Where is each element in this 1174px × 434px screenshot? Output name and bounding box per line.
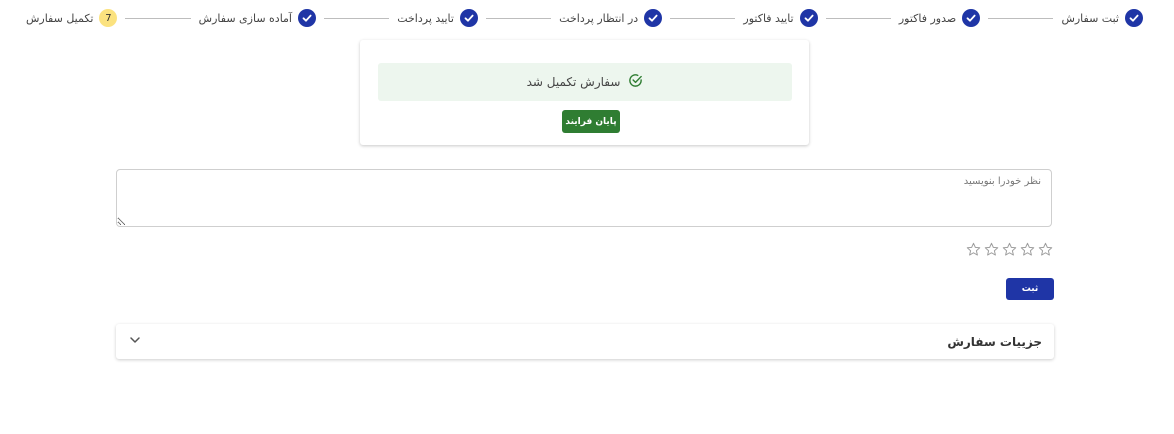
comment-input[interactable]	[116, 169, 1052, 227]
step-confirm-invoice: تایید فاکتور	[743, 9, 818, 27]
submit-review-button[interactable]: ثبت	[1006, 278, 1054, 300]
success-alert: سفارش تکمیل شد	[378, 63, 792, 101]
star-icon[interactable]	[983, 241, 1000, 258]
check-icon	[459, 9, 478, 27]
star-rating[interactable]	[964, 241, 1054, 258]
order-stepper: ثبت سفارش صدور فاکتور تایید فاکتور در ان…	[26, 7, 1143, 29]
success-message: سفارش تکمیل شد	[526, 75, 621, 89]
step-complete-order: 7 تکمیل سفارش	[26, 9, 118, 27]
check-circle-icon	[628, 73, 643, 92]
finish-process-button[interactable]: پایان فرایند	[562, 110, 620, 133]
step-label: تایید فاکتور	[743, 11, 794, 25]
step-prepare-order: آماده سازی سفارش	[199, 9, 316, 27]
step-connector	[125, 17, 191, 19]
step-awaiting-payment: در انتظار پرداخت	[559, 9, 663, 27]
step-connector	[670, 17, 736, 19]
step-place-order: ثبت سفارش	[1061, 9, 1143, 27]
check-icon	[644, 9, 663, 27]
step-label: صدور فاکتور	[898, 11, 957, 25]
star-icon[interactable]	[1037, 241, 1054, 258]
step-label: تایید پرداخت	[397, 11, 454, 25]
check-icon	[799, 9, 818, 27]
step-label: تکمیل سفارش	[25, 11, 94, 25]
chevron-down-icon[interactable]	[128, 332, 142, 351]
step-confirm-payment: تایید پرداخت	[397, 9, 478, 27]
step-label: ثبت سفارش	[1061, 11, 1119, 25]
order-details-title: جزییات سفارش	[947, 334, 1042, 349]
step-connector	[988, 17, 1054, 19]
step-issue-invoice: صدور فاکتور	[898, 9, 981, 27]
check-icon	[962, 9, 981, 27]
step-label: آماده سازی سفارش	[198, 11, 292, 25]
star-icon[interactable]	[965, 241, 982, 258]
step-number-badge: 7	[99, 9, 118, 27]
star-icon[interactable]	[1001, 241, 1018, 258]
check-icon	[1125, 9, 1143, 27]
step-connector	[485, 17, 552, 19]
check-icon	[298, 9, 316, 27]
star-icon[interactable]	[1019, 241, 1036, 258]
step-connector	[825, 17, 891, 19]
step-connector	[324, 17, 390, 19]
step-label: در انتظار پرداخت	[559, 11, 639, 25]
order-result-card: سفارش تکمیل شد پایان فرایند	[360, 40, 809, 145]
order-details-accordion[interactable]: جزییات سفارش	[116, 324, 1054, 359]
